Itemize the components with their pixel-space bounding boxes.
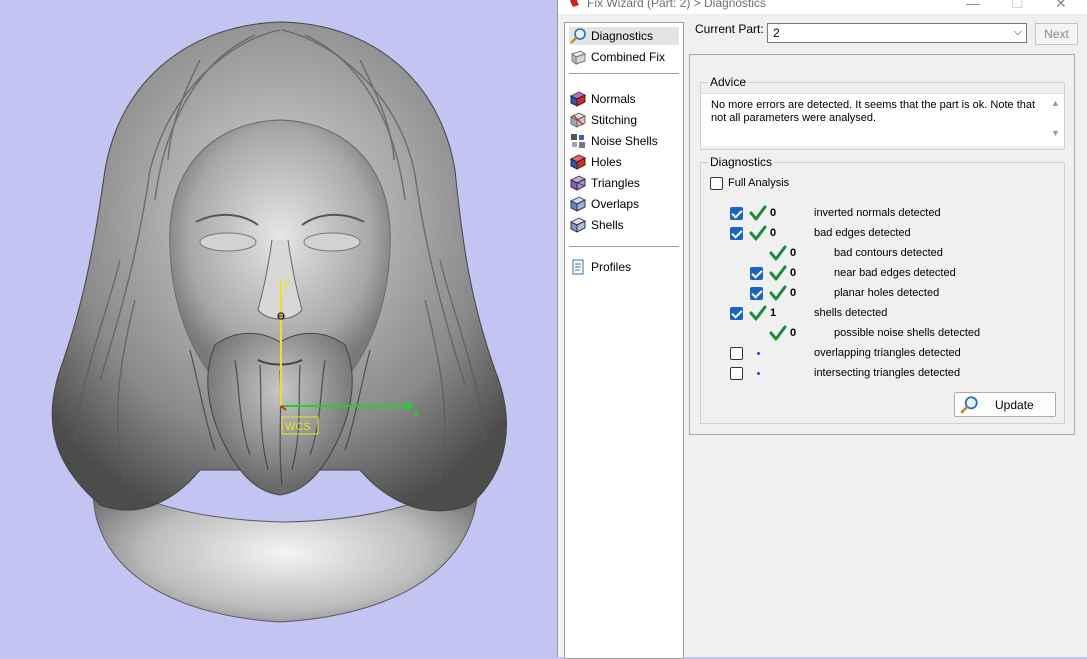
axis-y-label: y — [284, 276, 290, 290]
nav-separator — [569, 73, 679, 74]
diagnostic-label: shells detected — [814, 307, 888, 319]
nav-item-triangles[interactable]: Triangles — [569, 174, 679, 192]
window-title: Fix Wizard (Part: 2) > Diagnostics — [587, 0, 767, 10]
nav-item-stitching[interactable]: Stitching — [569, 111, 679, 129]
diagnostic-count: 0 — [770, 227, 777, 239]
nav-item-overlaps[interactable]: Overlaps — [569, 195, 679, 213]
diagnostic-label: planar holes detected — [834, 287, 940, 299]
nav-label-profiles: Profiles — [591, 260, 632, 274]
nav-item-profiles[interactable]: Profiles — [569, 258, 679, 276]
diagnostic-checkbox[interactable] — [730, 367, 743, 380]
diagnostic-count: 0 — [790, 247, 797, 259]
nav-label-triangles: Triangles — [591, 176, 640, 190]
profiles-icon — [572, 259, 584, 275]
current-part-label: Current Part: — [695, 22, 764, 36]
nav-label-diagnostics: Diagnostics — [591, 29, 654, 43]
nav-label-stitching: Stitching — [591, 113, 638, 127]
diagnostic-label: overlapping triangles detected — [814, 347, 961, 359]
maximize-icon[interactable]: ☐ — [1011, 0, 1024, 12]
nav-item-shells[interactable]: Shells — [569, 216, 679, 234]
app-logo-icon — [570, 0, 579, 7]
nav-label-holes: Holes — [591, 155, 622, 169]
combined-fix-icon — [570, 50, 587, 65]
diagnostic-label: bad edges detected — [814, 227, 911, 239]
advice-text: No more errors are detected. It seems th… — [711, 99, 1036, 124]
wcs-label: WCS — [285, 421, 311, 433]
holes-icon — [569, 154, 587, 170]
diagnostic-checkbox[interactable] — [730, 227, 743, 240]
ok-check-icon — [749, 205, 767, 221]
overlaps-icon — [569, 196, 587, 212]
diagnostic-count: 0 — [770, 207, 777, 219]
magnifier-icon — [960, 396, 978, 414]
advice-title: Advice — [708, 75, 749, 89]
diagnostics-group: Diagnostics Full Analysis 0 inverted norm… — [700, 155, 1065, 424]
next-button[interactable]: Next — [1035, 23, 1078, 45]
minimize-icon[interactable]: — — [966, 0, 980, 11]
nav-item-combined-fix[interactable]: Combined Fix — [569, 48, 679, 66]
diagnostic-checkbox[interactable] — [750, 287, 763, 300]
diagnostic-checkbox[interactable] — [750, 267, 763, 280]
scroll-down-icon[interactable]: ▼ — [1051, 127, 1060, 140]
ok-check-icon — [769, 265, 787, 281]
advice-scrollbar[interactable]: ▲ ▼ — [1047, 95, 1063, 141]
diagnostic-checkbox[interactable] — [730, 307, 743, 320]
diagnostic-label: bad contours detected — [834, 247, 943, 259]
wizard-nav: Diagnostics Combined Fix Normals Stitchi… — [564, 22, 684, 659]
current-part-value: 2 — [773, 26, 780, 40]
ok-check-icon — [769, 325, 787, 341]
triangles-icon — [569, 175, 587, 191]
3d-viewport[interactable]: y x WCS — [0, 0, 557, 657]
axis-x-label: x — [413, 406, 419, 420]
diagnostic-checkbox[interactable] — [730, 207, 743, 220]
advice-textbox[interactable]: No more errors are detected. It seems th… — [701, 93, 1064, 146]
full-analysis-label: Full Analysis — [728, 177, 790, 189]
shells-icon — [569, 217, 587, 233]
chevron-down-icon: ⌵ — [1013, 26, 1022, 38]
magnifier-icon — [570, 28, 586, 44]
ok-check-icon — [769, 285, 787, 301]
diagnostic-label: inverted normals detected — [814, 207, 941, 219]
diagnostic-count: 0 — [790, 267, 797, 279]
pending-dot-icon — [757, 372, 760, 375]
nav-label-shells: Shells — [591, 218, 624, 232]
diagnostic-count: 1 — [770, 307, 777, 319]
pending-dot-icon — [757, 352, 760, 355]
update-label: Update — [995, 398, 1034, 412]
diagnostic-count: 0 — [790, 287, 797, 299]
ok-check-icon — [749, 305, 767, 321]
diagnostic-label: possible noise shells detected — [834, 327, 981, 339]
nav-item-noise-shells[interactable]: Noise Shells — [569, 132, 679, 150]
nav-label-overlaps: Overlaps — [591, 197, 640, 211]
advice-group: Advice No more errors are detected. It s… — [700, 75, 1065, 150]
ok-check-icon — [749, 225, 767, 241]
normals-icon — [569, 91, 587, 107]
nav-separator — [569, 246, 679, 247]
fix-wizard-dialog: Fix Wizard (Part: 2) > Diagnostics — ☐ ✕… — [557, 0, 1087, 659]
nav-label-combined-fix: Combined Fix — [591, 50, 666, 64]
nav-item-holes[interactable]: Holes — [569, 153, 679, 171]
diagnostic-label: near bad edges detected — [834, 267, 956, 279]
nav-item-normals[interactable]: Normals — [569, 90, 679, 108]
diagnostics-panel: Advice No more errors are detected. It s… — [689, 54, 1075, 435]
current-part-select[interactable]: 2 ⌵ — [767, 23, 1027, 43]
stitching-icon — [569, 112, 587, 128]
diagnostic-count: 0 — [790, 327, 797, 339]
full-analysis-checkbox[interactable] — [710, 177, 723, 190]
ok-check-icon — [769, 245, 787, 261]
diagnostic-checkbox[interactable] — [730, 347, 743, 360]
scroll-up-icon[interactable]: ▲ — [1051, 97, 1060, 110]
nav-label-noise-shells: Noise Shells — [591, 134, 658, 148]
noise-shells-icon — [571, 134, 585, 148]
diagnostics-title: Diagnostics — [708, 155, 775, 169]
close-icon[interactable]: ✕ — [1055, 0, 1067, 12]
model-render: y x WCS — [51, 21, 507, 623]
update-button[interactable]: Update — [954, 392, 1056, 417]
nav-label-normals: Normals — [591, 92, 636, 106]
nav-item-diagnostics[interactable]: Diagnostics — [569, 27, 679, 45]
title-bar: Fix Wizard (Part: 2) > Diagnostics — ☐ ✕ — [558, 0, 1087, 14]
diagnostic-label: intersecting triangles detected — [814, 367, 961, 379]
